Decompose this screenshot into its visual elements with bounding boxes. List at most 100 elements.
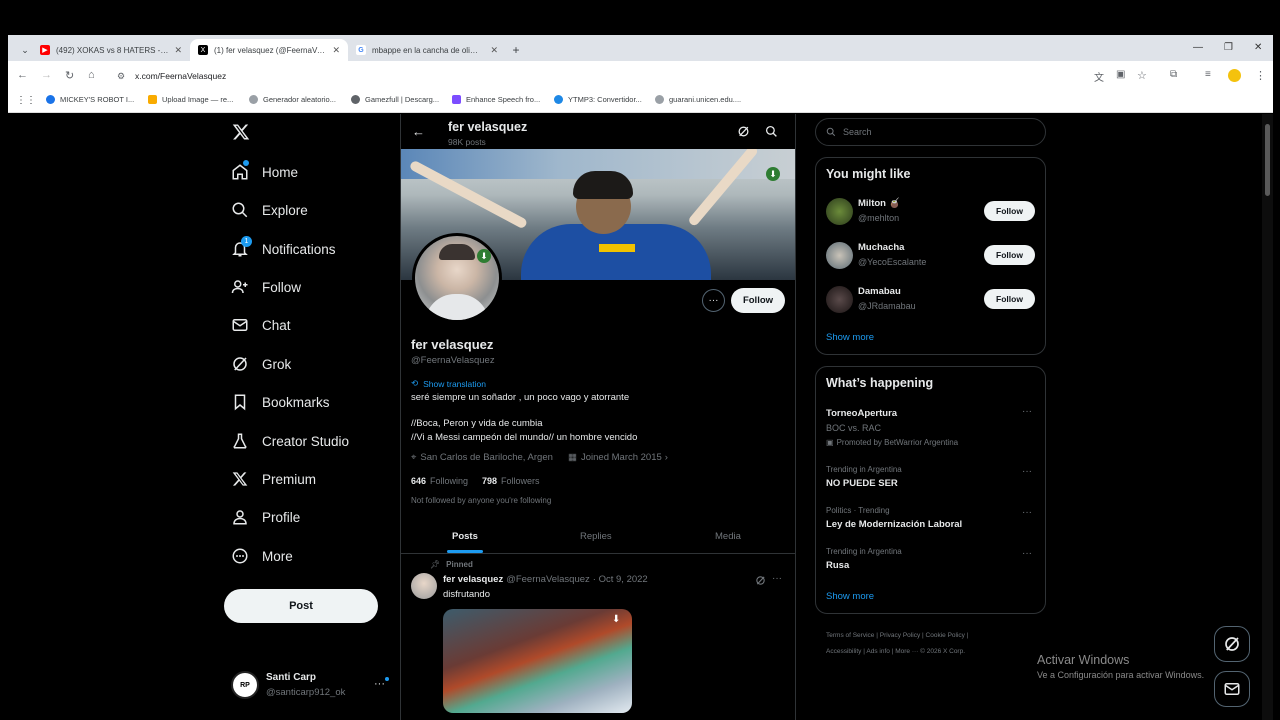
trend-title[interactable]: Rusa xyxy=(826,560,849,571)
more-options-icon[interactable]: ··· xyxy=(702,289,725,312)
trend-title[interactable]: NO PUEDE SER xyxy=(826,478,898,489)
maximize-icon[interactable]: ❐ xyxy=(1224,42,1233,53)
new-tab-button[interactable]: + xyxy=(506,39,526,61)
chrome-menu-icon[interactable]: ⋮ xyxy=(1255,69,1266,82)
footer-link[interactable]: Terms of Service xyxy=(826,632,874,639)
post-author-handle[interactable]: @FeernaVelasquez xyxy=(506,574,590,585)
tab-replies[interactable]: Replies xyxy=(580,531,612,542)
download-icon[interactable]: ⬇ xyxy=(477,249,491,263)
post-author-avatar[interactable] xyxy=(411,573,437,599)
show-translation-link[interactable]: ⟲ Show translation xyxy=(411,378,486,389)
bookmark-1[interactable]: Upload Image — re... xyxy=(148,95,233,104)
download-icon[interactable]: ⬇ xyxy=(766,167,780,181)
following-stat[interactable]: 646 Following xyxy=(411,476,468,486)
media-icon[interactable]: ≡ xyxy=(1205,69,1211,80)
messages-float-button[interactable] xyxy=(1214,671,1250,707)
trend-more-icon[interactable]: ··· xyxy=(1022,466,1032,477)
profile-avatar[interactable] xyxy=(412,233,502,323)
suggestion-avatar[interactable] xyxy=(826,242,853,269)
cast-icon[interactable]: ▣ xyxy=(1116,69,1125,80)
nav-premium[interactable]: Premium xyxy=(230,467,316,491)
forward-icon[interactable]: → xyxy=(41,69,52,81)
apps-grid-icon[interactable]: ⋮⋮ xyxy=(16,95,36,106)
scrollbar-track[interactable] xyxy=(1262,114,1273,720)
post-more-icon[interactable]: ··· xyxy=(772,573,782,584)
nav-home[interactable]: Home xyxy=(230,160,298,184)
close-tab-icon[interactable]: ✕ xyxy=(332,45,340,56)
site-info-icon[interactable]: ⚙ xyxy=(117,71,125,82)
tab-media[interactable]: Media xyxy=(715,531,741,542)
follow-button[interactable]: Follow xyxy=(984,245,1035,265)
footer-link[interactable]: Privacy Policy xyxy=(880,632,920,639)
nav-more[interactable]: More xyxy=(230,544,293,568)
trend-more-icon[interactable]: ··· xyxy=(1022,548,1032,559)
close-window-icon[interactable]: ✕ xyxy=(1254,42,1262,53)
followers-stat[interactable]: 798 Followers xyxy=(482,476,540,486)
footer-link[interactable]: More ··· xyxy=(895,648,918,655)
trend-more-icon[interactable]: ··· xyxy=(1022,507,1032,518)
nav-chat[interactable]: Chat xyxy=(230,313,291,337)
search-icon[interactable] xyxy=(765,125,778,138)
post-author-name[interactable]: fer velasquez xyxy=(443,574,503,585)
scrollbar-thumb[interactable] xyxy=(1265,124,1270,196)
bookmark-4[interactable]: Enhance Speech fro... xyxy=(452,95,540,104)
tab-youtube[interactable]: ▶ (492) XOKAS vs 8 HATERS - You ✕ xyxy=(32,39,190,61)
panel-title: What’s happening xyxy=(826,376,934,390)
close-tab-icon[interactable]: ✕ xyxy=(174,45,182,56)
show-more-link[interactable]: Show more xyxy=(826,332,874,343)
trend-more-icon[interactable]: ··· xyxy=(1022,406,1032,417)
suggestion-name[interactable]: Muchacha xyxy=(858,242,904,253)
close-tab-icon[interactable]: ✕ xyxy=(490,45,498,56)
download-icon[interactable]: ⬇ xyxy=(612,614,620,625)
bookmark-6[interactable]: guarani.unicen.edu.... xyxy=(655,95,741,104)
grok-float-button[interactable] xyxy=(1214,626,1250,662)
post-media-image[interactable] xyxy=(443,609,632,713)
back-icon[interactable]: ← xyxy=(17,69,28,81)
nav-follow[interactable]: Follow xyxy=(230,275,301,299)
home-page-icon[interactable]: ⌂ xyxy=(88,69,95,81)
trend-title[interactable]: Ley de Modernización Laboral xyxy=(826,519,962,530)
extensions-icon[interactable]: ⧉ xyxy=(1170,69,1177,80)
back-arrow-icon[interactable]: ← xyxy=(412,124,425,139)
account-avatar[interactable]: RP xyxy=(231,671,259,699)
nav-profile[interactable]: Profile xyxy=(230,505,300,529)
footer-link[interactable]: Accessibility xyxy=(826,648,861,655)
footer-link[interactable]: Ads info xyxy=(866,648,890,655)
search-input[interactable]: Search xyxy=(815,118,1046,146)
bookmark-star-icon[interactable]: ☆ xyxy=(1137,69,1147,82)
translate-icon[interactable]: 文 xyxy=(1094,69,1104,84)
nav-explore[interactable]: Explore xyxy=(230,198,308,222)
bookmark-favicon-icon xyxy=(655,95,664,104)
follow-button[interactable]: Follow xyxy=(984,289,1035,309)
nav-bookmarks[interactable]: Bookmarks xyxy=(230,390,330,414)
footer-link[interactable]: Cookie Policy xyxy=(926,632,965,639)
bookmark-5[interactable]: YTMP3: Convertidor... xyxy=(554,95,642,104)
bookmark-3[interactable]: Gamezfull | Descarg... xyxy=(351,95,439,104)
profile-joined[interactable]: ▦ Joined March 2015 › xyxy=(568,452,668,463)
follow-button[interactable]: Follow xyxy=(731,288,785,313)
grok-icon[interactable] xyxy=(755,575,766,586)
tab-google[interactable]: G mbappe en la cancha de olimpo ✕ xyxy=(348,39,506,61)
suggestion-avatar[interactable] xyxy=(826,286,853,313)
account-menu-icon[interactable]: ··· xyxy=(374,678,385,690)
minimize-icon[interactable]: — xyxy=(1193,42,1203,53)
post-button[interactable]: Post xyxy=(224,589,378,623)
suggestion-name[interactable]: Milton 🧉 xyxy=(858,198,900,209)
suggestion-name[interactable]: Damabau xyxy=(858,286,901,297)
bookmark-0[interactable]: MICKEY'S ROBOT I... xyxy=(46,95,134,104)
follow-button[interactable]: Follow xyxy=(984,201,1035,221)
tab-x-profile[interactable]: X (1) fer velasquez (@FeernaVel... ✕ xyxy=(190,39,348,61)
suggestion-avatar[interactable] xyxy=(826,198,853,225)
nav-grok[interactable]: Grok xyxy=(230,352,291,376)
nav-creator-studio[interactable]: Creator Studio xyxy=(230,429,349,453)
show-more-link[interactable]: Show more xyxy=(826,591,874,602)
post-date[interactable]: · Oct 9, 2022 xyxy=(593,574,648,585)
trend-title[interactable]: TorneoApertura xyxy=(826,408,897,419)
tab-posts[interactable]: Posts xyxy=(452,531,478,542)
grok-icon[interactable] xyxy=(737,125,750,138)
reload-icon[interactable]: ↻ xyxy=(65,69,74,82)
x-logo-icon[interactable] xyxy=(232,123,250,141)
bookmark-2[interactable]: Generador aleatorio... xyxy=(249,95,336,104)
profile-avatar-icon[interactable] xyxy=(1228,69,1241,82)
address-bar[interactable]: ⚙ x.com/FeernaVelasquez xyxy=(110,65,1090,87)
